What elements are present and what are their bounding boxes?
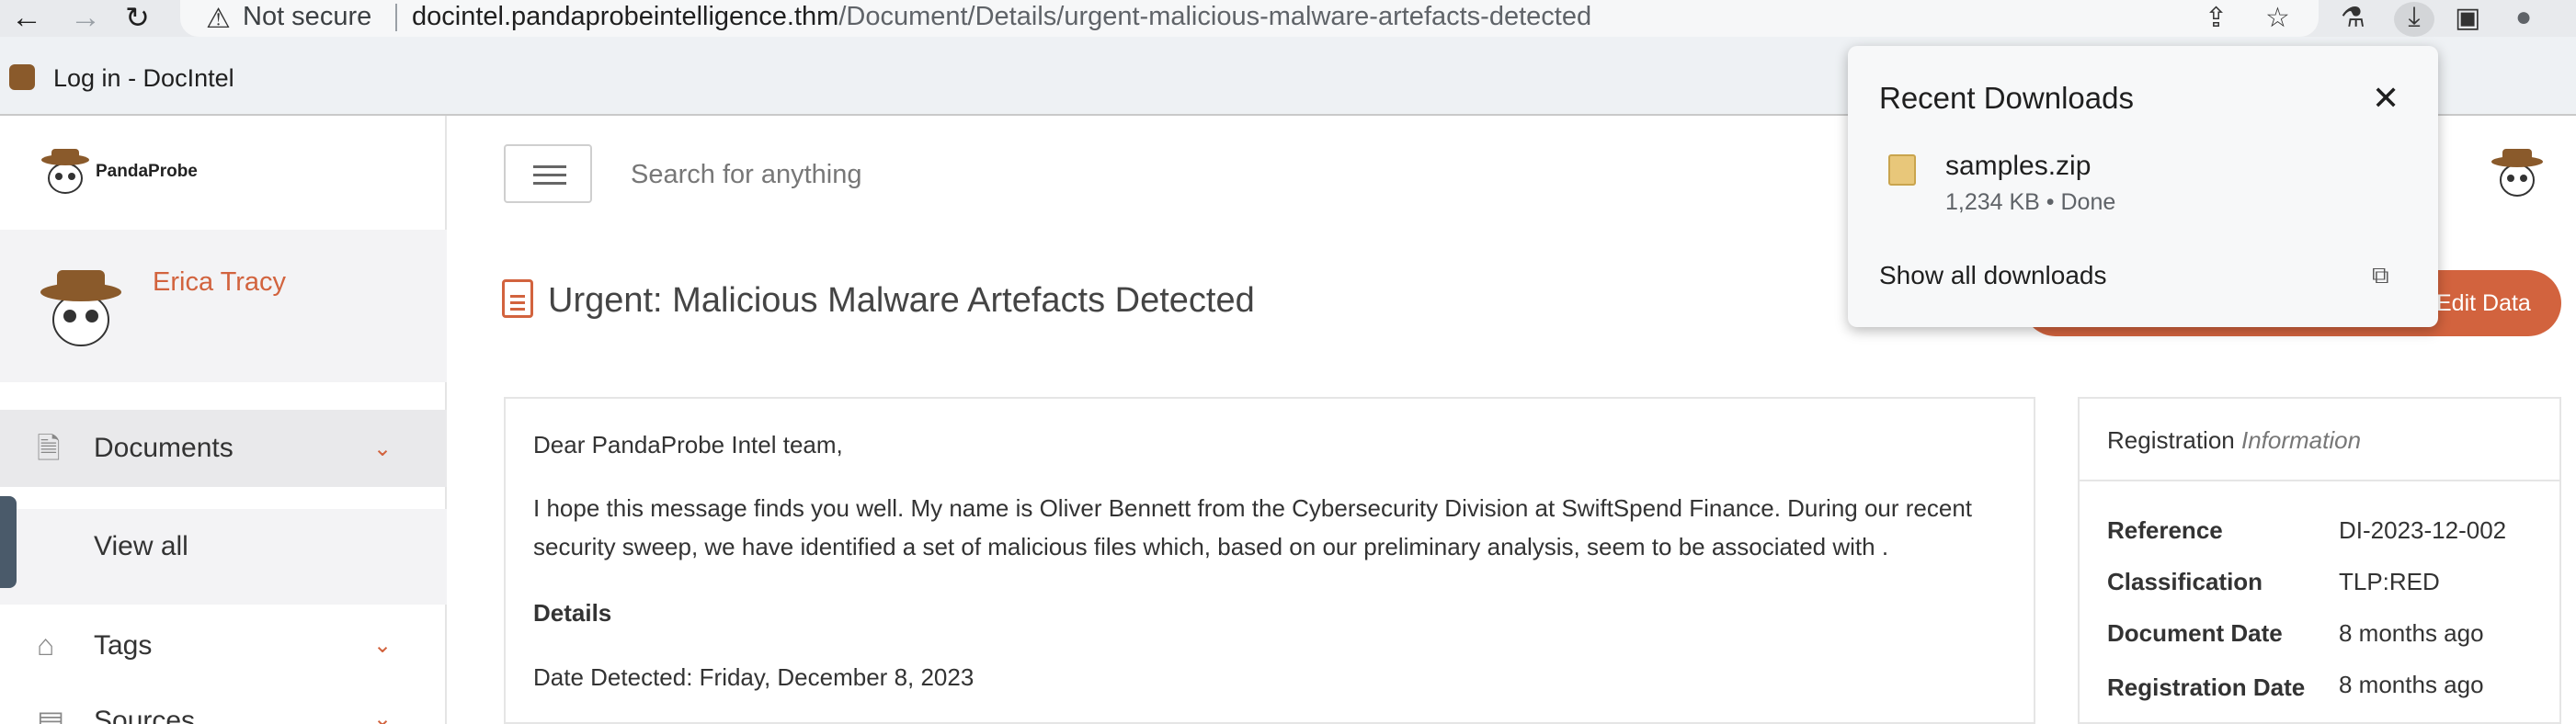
document-icon: 🗎 [37,432,61,465]
forward-icon[interactable]: → [70,2,101,33]
document-paragraph-line-2: security sweep, we have identified a set… [533,533,1889,560]
avatar[interactable] [37,265,125,349]
logo-text: PandaProbe [96,162,198,181]
chevron-down-icon: ⌄ [373,436,393,461]
document-date-label: Document Date [2107,619,2283,647]
registration-title: Registration Information [2107,426,2361,455]
chevron-down-icon: ⌄ [373,707,393,724]
tag-icon: ⌂ [37,628,55,662]
extension-flask-icon[interactable]: ⚗ [2341,2,2365,34]
url-text[interactable]: docintel.pandaprobeintelligence.thm/Docu… [412,2,1591,32]
sidebar-item-label: Documents [94,433,234,463]
back-icon[interactable]: ← [11,2,42,33]
close-icon[interactable]: ✕ [2372,79,2399,118]
reload-icon[interactable]: ↻ [125,2,150,33]
zip-file-icon [1888,154,1916,186]
warning-icon[interactable]: ⚠ [206,3,231,35]
sidebar-item-tags[interactable]: ⌂ Tags ⌄ [0,606,447,684]
reference-label: Reference [2107,516,2223,544]
classification-label: Classification [2107,568,2263,595]
registration-date-label: Registration Date [2107,673,2306,701]
downloads-icon[interactable]: ⤓ [2394,2,2434,37]
sidebar-item-label: View all [94,531,188,561]
url-host: docintel.pandaprobeintelligence.thm [412,2,839,31]
share-icon[interactable]: ⇪ [2205,2,2228,34]
security-label[interactable]: Not secure [243,2,371,32]
sidebar-item-label: Sources [94,706,196,724]
external-link-icon[interactable]: ⧉ [2372,261,2389,290]
reference-value: DI-2023-12-002 [2339,516,2507,544]
document-greeting: Dear PandaProbe Intel team, [533,431,843,458]
document-paragraph-line-1: I hope this message finds you well. My n… [533,494,1973,522]
classification-value: TLP:RED [2339,568,2440,595]
show-all-downloads-link[interactable]: Show all downloads [1879,261,2107,290]
user-name[interactable]: Erica Tracy [153,267,286,298]
menu-toggle-button[interactable] [504,144,592,203]
search-input[interactable] [631,154,1366,195]
url-path: /Document/Details/urgent-malicious-malwa… [838,2,1592,31]
chevron-down-icon: ⌄ [373,633,393,658]
bookmark-star-icon[interactable]: ☆ [2265,2,2290,34]
date-detected: Date Detected: Friday, December 8, 2023 [533,663,975,691]
panda-favicon-icon [9,64,35,90]
registration-date-value: 8 months ago [2339,671,2484,698]
details-heading: Details [533,599,612,627]
sidebar-item-sources[interactable]: ▤ Sources ⌄ [0,698,447,724]
profile-icon[interactable]: ● [2515,2,2532,33]
downloads-title: Recent Downloads [1879,81,2134,115]
sidebar-item-documents[interactable]: 🗎 Documents ⌄ [0,410,447,487]
download-file-meta: 1,234 KB • Done [1945,189,2116,215]
bookmark-login[interactable]: Log in - DocIntel [53,64,234,93]
extension-handle[interactable] [0,496,17,588]
document-title-icon [502,279,533,318]
document-date-value: 8 months ago [2339,619,2484,647]
header-avatar[interactable] [2490,145,2545,198]
download-file-name[interactable]: samples.zip [1945,151,2091,182]
sources-icon: ▤ [37,705,65,724]
url-separator [395,4,397,31]
sidebar-item-view-all[interactable]: View all [0,509,447,605]
registration-title-text: Registration [2107,426,2235,454]
page-title: Urgent: Malicious Malware Artefacts Dete… [548,281,1255,320]
panda-logo-icon [41,149,89,194]
sidebar-item-label: Tags [94,630,153,661]
registration-title-emphasis: Information [2240,426,2362,454]
edit-data-button[interactable]: Edit Data [2436,290,2531,317]
side-panel-icon[interactable]: ▣ [2455,2,2480,34]
